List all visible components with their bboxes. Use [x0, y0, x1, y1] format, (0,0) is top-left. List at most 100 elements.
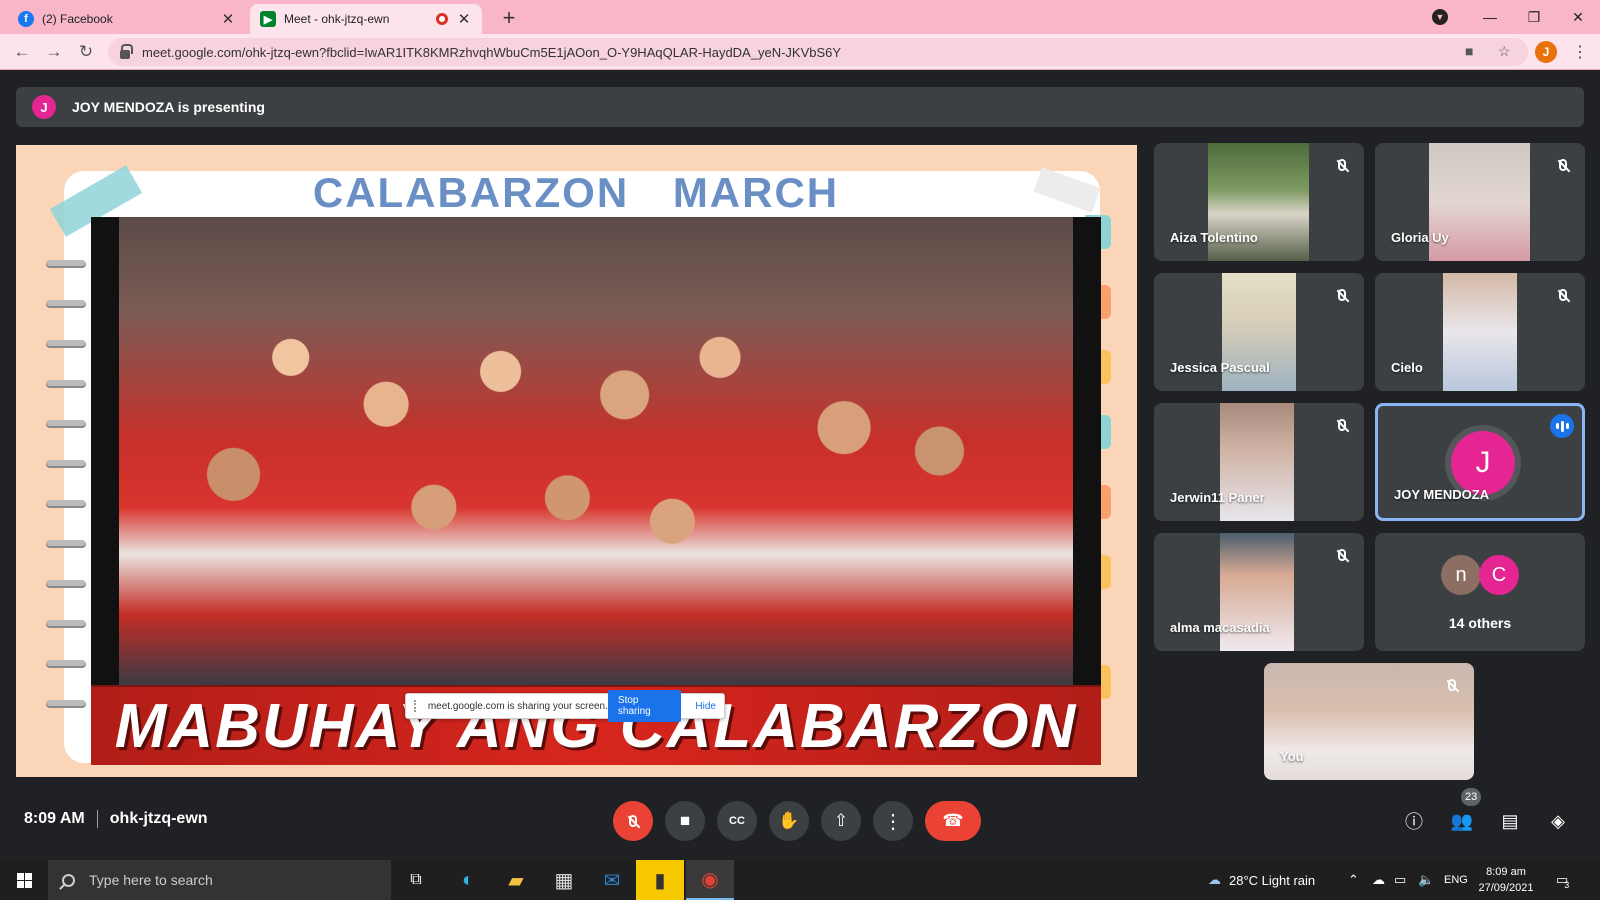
- participant-avatar: n: [1441, 555, 1481, 595]
- presenter-avatar: J: [32, 95, 56, 119]
- cloud-rain-icon: ☁: [1208, 872, 1221, 887]
- browser-tab-strip: f (2) Facebook ✕ ▶ Meet - ohk-jtzq-ewn ✕…: [0, 0, 1600, 34]
- participant-tile[interactable]: Cielo: [1375, 273, 1585, 391]
- more-options-button[interactable]: ⋮: [873, 801, 913, 841]
- others-tile[interactable]: n C 14 others: [1375, 533, 1585, 651]
- photo-border: [91, 217, 119, 685]
- raise-hand-button[interactable]: ✋: [769, 801, 809, 841]
- shared-screen: CALABARZON MARCH MABUHAY ANG CALABARZON: [16, 145, 1137, 777]
- tab-title: (2) Facebook: [42, 12, 113, 26]
- onedrive-icon[interactable]: ☁: [1372, 860, 1385, 900]
- windows-taskbar: Type here to search ⧉ ◐ ▰ ▦ ✉ ▮ ◉ ☁ 28°C…: [0, 860, 1600, 900]
- notification-center-icon[interactable]: ▭ 3: [1556, 860, 1569, 900]
- captions-button[interactable]: CC: [717, 801, 757, 841]
- forward-icon[interactable]: →: [42, 40, 66, 64]
- screen-sharing-notice: meet.google.com is sharing your screen. …: [405, 690, 725, 722]
- show-hidden-icons[interactable]: ⌃: [1348, 860, 1359, 900]
- participant-tile[interactable]: Gloria Uy: [1375, 143, 1585, 261]
- windows-logo-icon: [16, 872, 32, 888]
- participant-tile[interactable]: Jessica Pascual: [1154, 273, 1364, 391]
- group-photo: MABUHAY ANG CALABARZON: [91, 217, 1101, 765]
- weather-widget[interactable]: ☁ 28°C Light rain: [1208, 860, 1315, 900]
- meeting-info-icon[interactable]: ⓘ: [1398, 805, 1430, 837]
- url-bar[interactable]: meet.google.com/ohk-jtzq-ewn?fbclid=IwAR…: [108, 38, 1528, 66]
- close-tab-icon[interactable]: ✕: [456, 10, 472, 28]
- language-indicator[interactable]: ENG: [1444, 860, 1468, 900]
- mic-off-icon: [1553, 155, 1573, 175]
- google-meet-icon: ▶: [260, 11, 276, 27]
- profile-avatar[interactable]: J: [1535, 41, 1557, 63]
- meeting-details: 8:09 AM ohk-jtzq-ewn: [24, 810, 208, 828]
- clock-time: 8:09 am: [1486, 866, 1526, 878]
- sticky-notes-icon[interactable]: ▮: [636, 860, 684, 900]
- taskbar-clock[interactable]: 8:09 am 27/09/2021: [1466, 864, 1546, 896]
- mic-off-button[interactable]: [613, 801, 653, 841]
- participant-name: JOY MENDOZA: [1394, 487, 1490, 502]
- close-window-button[interactable]: ✕: [1556, 0, 1600, 34]
- start-button[interactable]: [0, 860, 48, 900]
- photo-border: [1073, 217, 1101, 685]
- sharing-message: meet.google.com is sharing your screen.: [427, 700, 608, 712]
- presenting-text: JOY MENDOZA is presenting: [72, 99, 265, 115]
- store-icon[interactable]: ▦: [540, 860, 588, 900]
- mic-off-icon: [1553, 285, 1573, 305]
- address-toolbar: ← → ↻ meet.google.com/ohk-jtzq-ewn?fbcli…: [0, 34, 1600, 70]
- tab-google-meet[interactable]: ▶ Meet - ohk-jtzq-ewn ✕: [250, 4, 482, 34]
- back-icon[interactable]: ←: [10, 40, 34, 64]
- camera-in-use-icon[interactable]: ■: [1465, 43, 1473, 59]
- drag-handle-icon[interactable]: [414, 700, 420, 712]
- crowd-photo: [119, 217, 1073, 685]
- mic-off-icon: [1332, 285, 1352, 305]
- chat-icon[interactable]: ▤: [1494, 805, 1526, 837]
- meeting-controls-bar: 8:09 AM ohk-jtzq-ewn ■ CC ✋ ⇧ ⋮ ☎ ⓘ 👥 23…: [0, 788, 1600, 852]
- taskbar-search[interactable]: Type here to search: [48, 860, 391, 900]
- mic-off-icon: [1332, 415, 1352, 435]
- camera-button[interactable]: ■: [665, 801, 705, 841]
- chrome-icon[interactable]: ◉: [686, 860, 734, 900]
- tab-search-icon[interactable]: ▼: [1432, 9, 1448, 25]
- participant-name: Cielo: [1391, 360, 1423, 375]
- minimize-button[interactable]: —: [1468, 0, 1512, 34]
- meeting-code: ohk-jtzq-ewn: [109, 810, 208, 827]
- leave-call-button[interactable]: ☎: [925, 801, 981, 841]
- present-screen-button[interactable]: ⇧: [821, 801, 861, 841]
- hide-button[interactable]: Hide: [687, 701, 724, 712]
- participant-avatar: C: [1479, 555, 1519, 595]
- search-placeholder: Type here to search: [89, 872, 213, 888]
- others-count: 14 others: [1448, 615, 1512, 631]
- mail-icon[interactable]: ✉: [588, 860, 636, 900]
- facebook-icon: f: [18, 11, 34, 27]
- close-tab-icon[interactable]: ✕: [220, 10, 236, 28]
- bookmark-star-icon[interactable]: ☆: [1498, 43, 1511, 60]
- volume-icon[interactable]: 🔈: [1418, 860, 1434, 900]
- tab-title: Meet - ohk-jtzq-ewn: [284, 12, 390, 26]
- browser-menu-icon[interactable]: ⋮: [1572, 42, 1588, 62]
- participant-name: You: [1280, 749, 1304, 764]
- tab-facebook[interactable]: f (2) Facebook ✕: [8, 4, 246, 34]
- new-tab-button[interactable]: +: [496, 5, 522, 31]
- mic-off-icon: [1332, 155, 1352, 175]
- participant-avatar: J: [1451, 431, 1515, 495]
- lock-icon[interactable]: [120, 43, 133, 59]
- participant-name: Aiza Tolentino: [1170, 230, 1258, 245]
- people-icon[interactable]: 👥: [1446, 805, 1478, 837]
- people-count-badge: 23: [1461, 788, 1482, 806]
- clock-date: 27/09/2021: [1478, 882, 1534, 894]
- reload-icon[interactable]: ↻: [74, 40, 98, 64]
- participant-tile[interactable]: Aiza Tolentino: [1154, 143, 1364, 261]
- participant-tile[interactable]: alma macasadia: [1154, 533, 1364, 651]
- task-view-icon[interactable]: ⧉: [392, 860, 440, 900]
- network-icon[interactable]: ▭: [1394, 860, 1406, 900]
- participant-tile[interactable]: Jerwin11 Paner: [1154, 403, 1364, 521]
- file-explorer-icon[interactable]: ▰: [492, 860, 540, 900]
- restore-button[interactable]: ❐: [1512, 0, 1556, 34]
- stop-sharing-button[interactable]: Stop sharing: [607, 690, 682, 722]
- url-text[interactable]: meet.google.com/ohk-jtzq-ewn?fbclid=IwAR…: [142, 45, 841, 60]
- weather-text: 28°C Light rain: [1229, 872, 1316, 888]
- activities-icon[interactable]: ◈: [1542, 805, 1574, 837]
- participant-tile-speaking[interactable]: J JOY MENDOZA: [1375, 403, 1585, 521]
- self-tile[interactable]: You: [1264, 663, 1474, 780]
- edge-icon[interactable]: ◐: [444, 860, 492, 900]
- participant-name: Jerwin11 Paner: [1170, 490, 1265, 505]
- meeting-time: 8:09 AM: [24, 810, 85, 827]
